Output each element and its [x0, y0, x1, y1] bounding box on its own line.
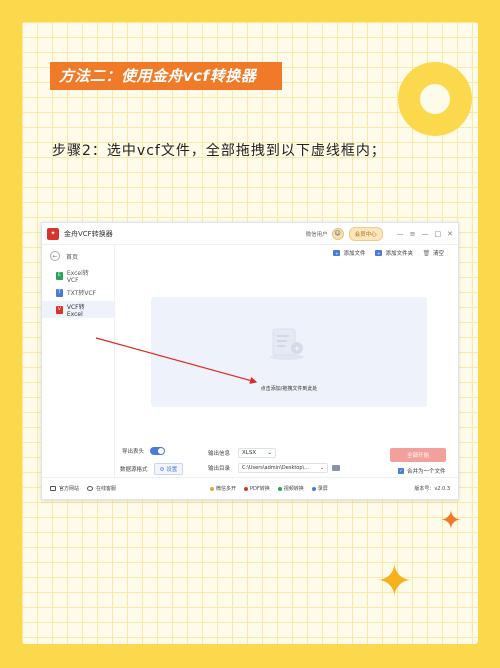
- settings-button[interactable]: ⚙ 设置: [153, 463, 184, 475]
- output-dir-label: 输出目录: [208, 466, 231, 472]
- step-instruction: 步骤2：选中vcf文件，全部拖拽到以下虚线框内；: [52, 143, 386, 159]
- headset-icon: [87, 486, 94, 491]
- promo-link-wechat[interactable]: 微信多开: [210, 485, 236, 492]
- add-file-icon: +: [333, 250, 341, 256]
- sidebar-item-vcf-to-excel[interactable]: V VCF转Excel: [42, 301, 114, 318]
- merge-checkbox[interactable]: ✓: [398, 468, 404, 474]
- menu-icon[interactable]: ≡: [410, 230, 416, 238]
- home-label: 首页: [66, 253, 79, 261]
- promo-label: PDF转换: [250, 486, 270, 492]
- online-service-link[interactable]: 在线客服: [87, 485, 116, 492]
- website-label: 官方网站: [59, 486, 80, 492]
- file-drop-zone[interactable]: + 点击添加/拖拽文件到此处: [151, 297, 427, 407]
- wechat-icon: [210, 486, 214, 491]
- promo-link-record[interactable]: 录屏: [311, 485, 328, 492]
- title-bar: ✦ 金舟VCF转换器 微信用户 ☺ 会员中心 — ≡ — □ ✕: [42, 223, 458, 245]
- app-title: 金舟VCF转换器: [64, 229, 113, 238]
- record-icon: [311, 486, 316, 491]
- version-label: 版本号：v2.0.3: [414, 486, 450, 492]
- output-info-label: 输出信息: [208, 451, 231, 457]
- promo-label: 视频转换: [283, 486, 304, 492]
- export-header-toggle[interactable]: [150, 447, 166, 455]
- chevron-down-icon: ⌄: [319, 465, 325, 471]
- decorative-ring: [398, 62, 472, 136]
- excel-icon: E: [56, 271, 63, 280]
- sparkle-star-icon: ✦: [376, 556, 413, 607]
- document-placeholder-icon: +: [270, 328, 304, 360]
- vcf-icon: V: [56, 305, 63, 314]
- avatar[interactable]: ☺: [331, 227, 344, 240]
- output-path-select[interactable]: C:\Users\admin\Desktop\... ⌄: [238, 463, 329, 473]
- app-window: ✦ 金舟VCF转换器 微信用户 ☺ 会员中心 — ≡ — □ ✕ ← 首页 E …: [41, 222, 459, 500]
- sidebar-item-label: VCF转Excel: [66, 303, 85, 318]
- video-icon: [277, 486, 282, 491]
- feedback-icon[interactable]: —: [397, 230, 404, 238]
- export-header-label: 导出表头: [122, 449, 145, 455]
- official-website-link[interactable]: 官方网站: [50, 485, 79, 492]
- folder-icon[interactable]: [332, 465, 341, 471]
- add-file-label: 添加文件: [343, 251, 366, 257]
- promo-links: 微信多开 PDF转换 视频转换 录屏: [210, 485, 336, 492]
- back-arrow-icon[interactable]: ←: [50, 251, 60, 261]
- source-format-label: 数据源格式: [120, 467, 148, 473]
- txt-icon: T: [56, 288, 63, 297]
- minimize-button[interactable]: —: [422, 230, 429, 238]
- monitor-icon: [50, 486, 56, 491]
- add-folder-icon: +: [375, 250, 383, 256]
- sidebar-item-txt-to-vcf[interactable]: T TXT转VCF: [42, 284, 114, 301]
- drop-hint-text: 点击添加/拖拽文件到此处: [260, 386, 318, 392]
- add-file-button[interactable]: + 添加文件: [333, 249, 365, 257]
- app-logo-icon: ✦: [47, 227, 59, 240]
- trash-icon: 🗑: [422, 249, 431, 257]
- status-bar: 官方网站 在线客服 微信多开 PDF转换 视频转换 录屏 版本号：v2.0.3: [42, 477, 458, 499]
- promo-link-pdf[interactable]: PDF转换: [244, 485, 270, 492]
- add-folder-button[interactable]: + 添加文件夹: [375, 249, 413, 257]
- toolbar: + 添加文件 + 添加文件夹 🗑 清空: [116, 245, 458, 261]
- user-name[interactable]: 微信用户: [306, 230, 328, 238]
- sidebar-item-label: Excel转VCF: [66, 269, 89, 284]
- output-format-select[interactable]: XLSX ⌄: [238, 448, 277, 458]
- options-panel: 导出表头 输出信息 XLSX ⌄ 数据源格式 ⚙ 设置 输出目录 C:\User…: [116, 445, 458, 479]
- vip-center-button[interactable]: 会员中心: [348, 226, 383, 241]
- chevron-down-icon: ⌄: [267, 450, 273, 456]
- svg-text:+: +: [294, 344, 301, 353]
- home-nav[interactable]: ← 首页: [42, 245, 114, 267]
- add-folder-label: 添加文件夹: [385, 251, 413, 257]
- output-format-value: XLSX: [242, 450, 257, 456]
- service-label: 在线客服: [96, 486, 117, 492]
- merge-option[interactable]: ✓ 合并为一个文件: [398, 467, 446, 475]
- sparkle-star-icon: ✦: [440, 506, 462, 536]
- merge-label: 合并为一个文件: [407, 469, 446, 475]
- promo-link-video[interactable]: 视频转换: [277, 485, 304, 492]
- maximize-button[interactable]: □: [435, 230, 442, 238]
- sidebar-item-label: TXT转VCF: [67, 290, 97, 297]
- clear-label: 清空: [432, 251, 444, 257]
- pdf-icon: [244, 486, 249, 491]
- settings-label: 设置: [166, 467, 178, 473]
- sidebar-item-excel-to-vcf[interactable]: E Excel转VCF: [42, 267, 114, 284]
- output-path-value: C:\Users\admin\Desktop\...: [242, 465, 309, 471]
- promo-label: 微信多开: [216, 486, 237, 492]
- sidebar: ← 首页 E Excel转VCF T TXT转VCF V VCF转Excel: [42, 245, 115, 479]
- convert-all-button[interactable]: 全部开始: [390, 448, 446, 462]
- promo-label: 录屏: [317, 486, 328, 492]
- title-banner: 方法二：使用金舟vcf转换器: [50, 62, 282, 90]
- clear-button[interactable]: 🗑 清空: [422, 249, 444, 258]
- close-button[interactable]: ✕: [447, 230, 453, 238]
